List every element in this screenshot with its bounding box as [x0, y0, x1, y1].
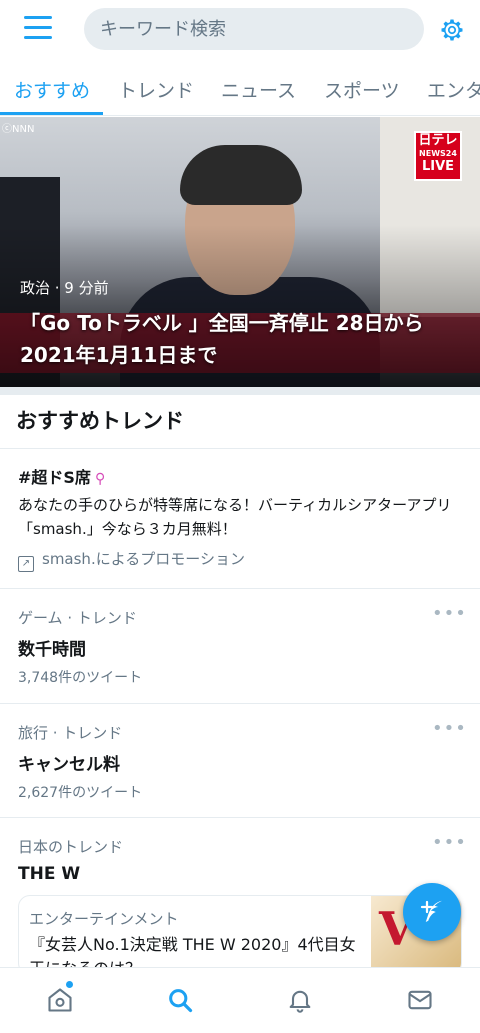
hamburger-menu-icon[interactable]	[24, 16, 52, 42]
trend-tweet-count: 2,627件のツイート	[18, 785, 143, 801]
bell-icon[interactable]	[286, 986, 314, 1014]
section-title: おすすめトレンド	[16, 409, 184, 433]
promoted-arrow-icon: ↗	[18, 556, 34, 572]
hero-meta: 政治 · 9 分前	[20, 279, 109, 297]
top-bar	[0, 0, 480, 58]
ticket-emoji-icon: ⚲	[94, 471, 106, 487]
search-input[interactable]	[84, 8, 424, 50]
trend-item[interactable]: 旅行 · トレンド キャンセル料 2,627件のツイート •••	[0, 704, 480, 818]
quill-plus-icon	[420, 900, 442, 922]
tab-news[interactable]: ニュース	[221, 76, 296, 103]
trend-tweet-count: 3,748件のツイート	[18, 670, 143, 686]
ntv-news24-logo: 日テレ NEWS24 LIVE	[414, 131, 462, 181]
tab-sports[interactable]: スポーツ	[324, 76, 400, 103]
section-divider	[0, 387, 480, 395]
trend-context: 日本のトレンド	[18, 838, 124, 856]
trend-name: THE W	[18, 864, 81, 884]
compose-tweet-button[interactable]	[403, 883, 461, 941]
more-options-icon[interactable]: •••	[432, 603, 466, 627]
trend-name: キャンセル料	[18, 755, 120, 775]
tab-trends[interactable]: トレンド	[118, 76, 194, 103]
mail-icon[interactable]	[406, 986, 434, 1014]
nnn-logo: ⓒNNN	[2, 124, 35, 135]
ntv-logo-line1: 日テレ	[418, 133, 458, 148]
trend-news-card[interactable]: エンターテインメント 『女芸人No.1決定戦 THE W 2020』4代目女王に…	[18, 895, 462, 975]
gear-icon[interactable]	[438, 16, 466, 44]
home-icon[interactable]	[46, 986, 74, 1014]
promoted-description: あなたの手のひらが特等席になる！バーティカルシアターアプリ「smash.」今なら…	[18, 496, 452, 538]
more-options-icon[interactable]: •••	[432, 832, 466, 856]
notification-dot	[66, 981, 73, 988]
bottom-navigation	[0, 967, 480, 1033]
promoted-by-text: smash.によるプロモーション	[42, 550, 245, 568]
divider	[0, 448, 480, 449]
promoted-by: ↗ smash.によるプロモーション	[18, 548, 245, 572]
trend-name: 数千時間	[18, 640, 86, 660]
active-tab-indicator	[0, 112, 103, 115]
ntv-logo-line3: LIVE	[421, 159, 455, 174]
card-category: エンターテインメント	[29, 910, 179, 928]
tab-entertainment[interactable]: エンタ	[427, 76, 480, 103]
more-options-icon[interactable]: •••	[432, 718, 466, 742]
trend-context: ゲーム · トレンド	[18, 609, 137, 627]
hero-news-card[interactable]: ⓒNNN 日テレ NEWS24 LIVE 政治 · 9 分前 「Go Toトラベ…	[0, 117, 480, 387]
hero-title: 「Go Toトラベル 」全国一斉停止 28日から2021年1月11日まで	[20, 311, 424, 367]
promoted-hashtag-text: #超ドS席	[18, 468, 91, 487]
explore-tabs: おすすめ トレンド ニュース スポーツ エンタ	[0, 58, 480, 116]
tab-recommended[interactable]: おすすめ	[14, 76, 90, 103]
trend-context: 旅行 · トレンド	[18, 724, 123, 742]
search-icon[interactable]	[166, 986, 194, 1014]
promoted-hashtag[interactable]: #超ドS席 ⚲	[18, 464, 105, 488]
trend-item[interactable]: ゲーム · トレンド 数千時間 3,748件のツイート •••	[0, 589, 480, 703]
ntv-logo-line2: NEWS24	[419, 149, 457, 158]
